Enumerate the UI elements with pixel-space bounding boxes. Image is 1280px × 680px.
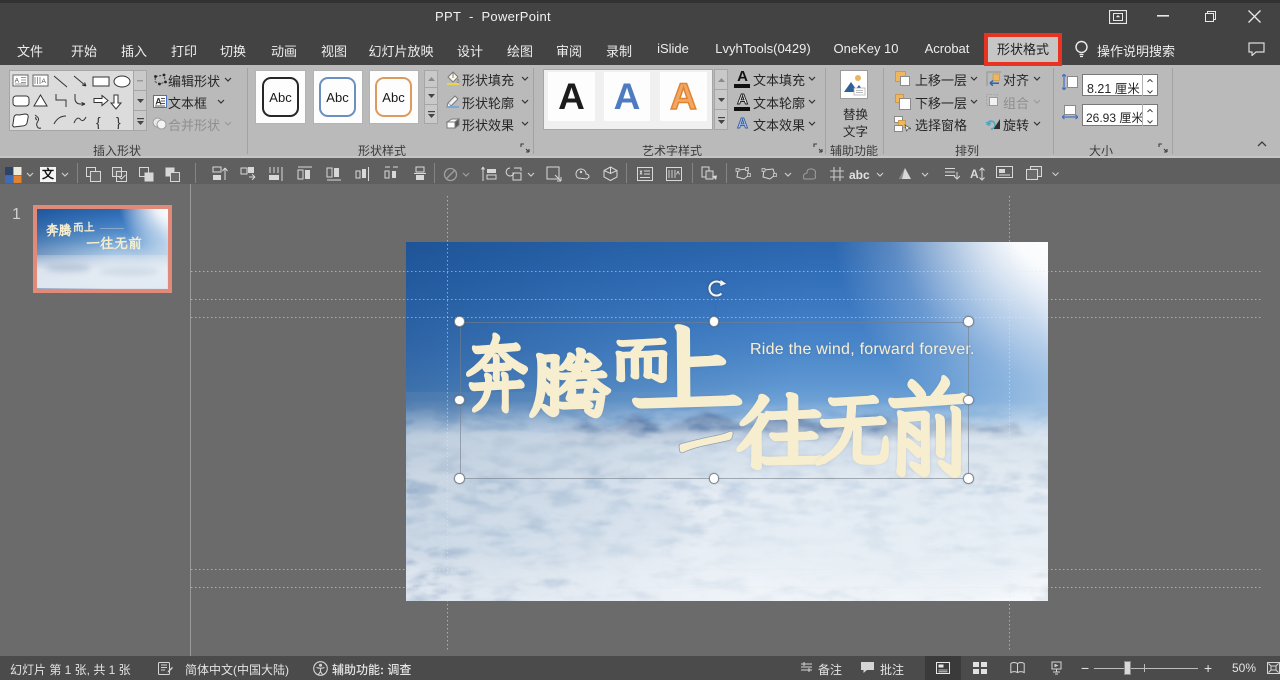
svg-text:A: A [970, 167, 979, 181]
svg-text:{: { [96, 114, 101, 129]
svg-text:A: A [15, 78, 20, 85]
svg-text:A: A [155, 97, 162, 107]
svg-text:}: } [116, 114, 121, 129]
svg-text:A: A [42, 78, 47, 85]
